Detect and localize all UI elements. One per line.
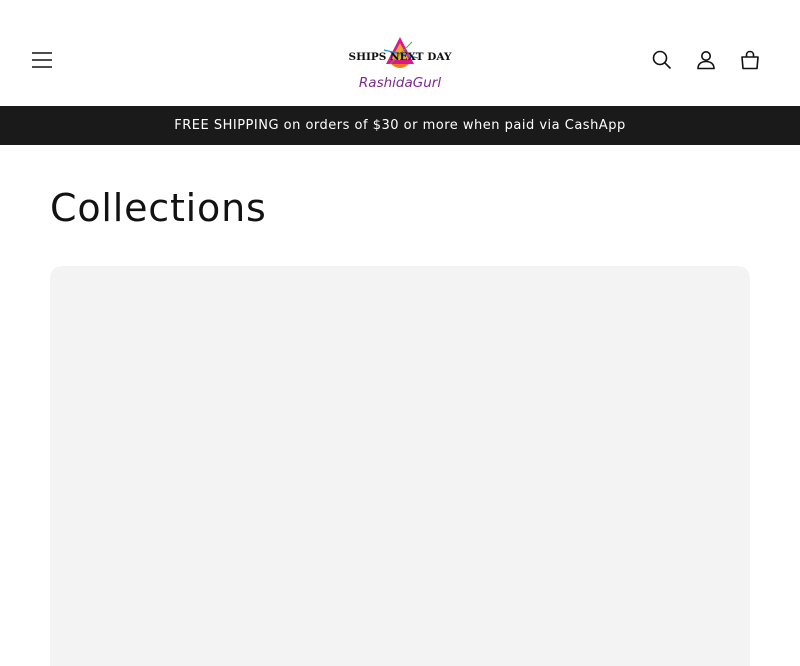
- page-title: Collections: [50, 186, 267, 230]
- announcement-bar: FREE SHIPPING on orders of $30 or more w…: [0, 106, 800, 145]
- logo-text-rashidagurl: RashidaGurl: [359, 75, 441, 91]
- search-button[interactable]: [644, 42, 680, 78]
- menu-button[interactable]: [24, 42, 60, 78]
- collection-card[interactable]: [50, 266, 750, 666]
- hamburger-menu-icon: [32, 52, 52, 68]
- account-button[interactable]: [688, 42, 724, 78]
- logo-text-ships-next-day: SHIPS NEXT DAY: [349, 51, 452, 63]
- account-icon: [697, 51, 715, 70]
- announcement-text: FREE SHIPPING on orders of $30 or more w…: [174, 118, 626, 133]
- search-icon: [652, 50, 672, 70]
- store-logo[interactable]: SHIPS NEXT DAY RashidaGurl: [344, 34, 456, 94]
- cart-icon: [741, 50, 759, 70]
- main-content: Collections: [0, 145, 800, 666]
- site-header: SHIPS NEXT DAY RashidaGurl: [0, 0, 800, 106]
- cart-button[interactable]: [732, 42, 768, 78]
